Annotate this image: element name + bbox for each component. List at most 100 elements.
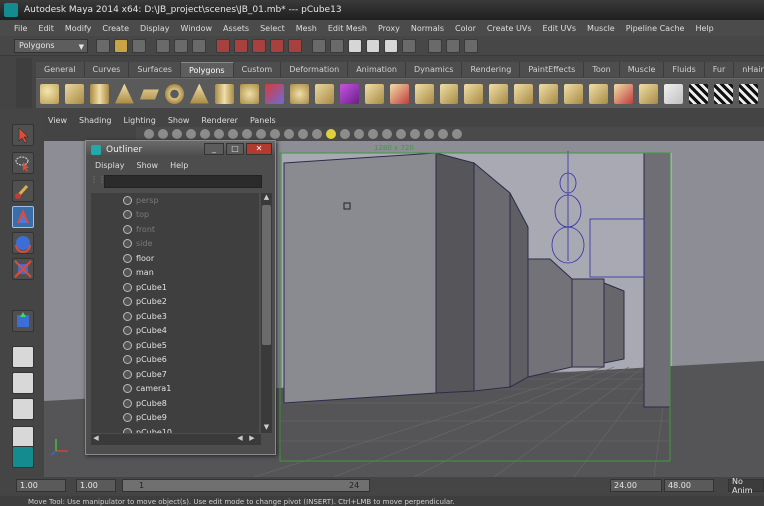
ipr-render-icon[interactable] [384,38,398,53]
panel-menu-renderer[interactable]: Renderer [201,116,238,125]
shelf-tab-general[interactable]: General [36,62,85,77]
snap-curve-icon[interactable] [234,38,248,53]
render-settings-icon[interactable] [402,38,416,53]
smooth-shade-icon[interactable] [298,129,308,139]
anim-end-field[interactable]: 48.00 [664,479,714,492]
current-time-field[interactable]: 1.00 [76,479,116,492]
field-chart-icon[interactable] [242,129,252,139]
shelf-tab-surfaces[interactable]: Surfaces [129,62,181,77]
scroll-left-alt-icon[interactable]: ◀ [235,434,245,445]
shelf-handle[interactable] [16,58,32,108]
list-item[interactable]: pCube9 [91,411,259,426]
backface-culling-icon[interactable] [452,129,462,139]
make-live-icon[interactable] [288,38,302,53]
shelf-tab-rendering[interactable]: Rendering [462,62,521,77]
outliner-filter-input[interactable] [104,174,262,188]
menu-window[interactable]: Window [181,24,213,33]
sidebar-toggle-3-icon[interactable] [464,38,478,53]
separate-icon[interactable] [289,83,309,104]
outliner-horizontal-scrollbar[interactable]: ◀ ◀ ▶ [91,434,261,445]
construction-history-icon[interactable] [330,38,344,53]
fill-hole-icon[interactable] [439,83,459,104]
lasso-tool-icon[interactable] [12,152,34,174]
rotate-tool-icon[interactable] [12,232,34,254]
outliner-title-bar[interactable]: Outliner _ □ ✕ [86,141,275,158]
panel-menu-panels[interactable]: Panels [250,116,276,125]
shelf-tab-deformation[interactable]: Deformation [281,62,349,77]
scroll-right-icon[interactable]: ▶ [247,434,257,445]
four-view-layout-icon[interactable] [12,372,34,394]
open-scene-icon[interactable] [114,38,128,53]
select-component-icon[interactable] [192,38,206,53]
poly-pyramid-icon[interactable] [189,83,209,104]
shelf-tab-toon[interactable]: Toon [584,62,620,77]
menu-edit-mesh[interactable]: Edit Mesh [328,24,367,33]
safe-action-icon[interactable] [256,129,266,139]
textured-icon[interactable] [326,129,336,139]
panel-menu-show[interactable]: Show [168,116,190,125]
shelf-tab-polygons[interactable]: Polygons [180,62,234,77]
list-item[interactable]: pCube5 [91,338,259,353]
sculpt-icon[interactable] [664,83,684,104]
poly-pipe-icon[interactable] [214,83,234,104]
anti-aliasing-icon[interactable] [396,129,406,139]
film-gate-icon[interactable] [200,129,210,139]
resolution-gate-icon[interactable] [214,129,224,139]
poly-plane-icon[interactable] [139,89,159,100]
maximize-button[interactable]: □ [226,143,244,155]
panel-menu-view[interactable]: View [48,116,67,125]
outliner-menu-show[interactable]: Show [137,161,159,170]
uv-checker-3-icon[interactable] [739,83,759,104]
list-item[interactable]: pCube1 [91,280,259,295]
append-polygon-icon[interactable] [414,83,434,104]
list-item[interactable]: pCube8 [91,396,259,411]
shelf-tab-fur[interactable]: Fur [704,62,735,77]
bridge-icon[interactable] [389,83,409,104]
xray-joints-icon[interactable] [438,129,448,139]
uv-checker-1-icon[interactable] [689,83,709,104]
outliner-vertical-scrollbar[interactable]: ▲ ▼ [261,193,272,433]
poly-sphere-icon[interactable] [40,83,59,104]
list-item[interactable]: persp [91,193,259,208]
save-scene-icon[interactable] [132,38,146,53]
mirror-icon[interactable] [639,83,659,104]
isolate-select-icon[interactable] [410,129,420,139]
menu-create-uvs[interactable]: Create UVs [487,24,532,33]
menu-assets[interactable]: Assets [223,24,249,33]
menu-file[interactable]: File [14,24,27,33]
camera-attributes-icon[interactable] [144,129,154,139]
range-end-field[interactable]: 24.00 [610,479,662,492]
render-current-icon[interactable] [366,38,380,53]
select-tool-icon[interactable] [12,124,34,146]
image-plane-icon[interactable] [172,129,182,139]
use-all-lights-icon[interactable] [340,129,350,139]
menu-modify[interactable]: Modify [65,24,92,33]
poly-torus-icon[interactable] [164,83,184,104]
scroll-up-icon[interactable]: ▲ [261,193,272,203]
menu-pipeline-cache[interactable]: Pipeline Cache [626,24,685,33]
render-view-icon[interactable] [348,38,362,53]
scroll-left-icon[interactable]: ◀ [91,434,101,445]
single-perspective-layout-icon[interactable] [12,346,34,368]
grid-icon[interactable] [186,129,196,139]
list-item[interactable]: side [91,237,259,252]
list-item[interactable]: camera1 [91,382,259,397]
poly-soccer-ball-icon[interactable] [239,83,259,104]
maya-teal-icon[interactable] [12,446,34,468]
shelf-tab-curves[interactable]: Curves [84,62,130,77]
list-item[interactable]: pCube2 [91,295,259,310]
wireframe-on-shaded-icon[interactable] [312,129,322,139]
poly-cylinder-icon[interactable] [89,83,109,104]
poke-icon[interactable] [589,83,609,104]
list-item[interactable]: pCube6 [91,353,259,368]
sidebar-toggle-1-icon[interactable] [428,38,442,53]
list-item[interactable]: pCube4 [91,324,259,339]
uv-checker-2-icon[interactable] [714,83,734,104]
outliner-window[interactable]: Outliner _ □ ✕ Display Show Help ⋮⋮ pers… [85,140,276,455]
outliner-menu-help[interactable]: Help [170,161,188,170]
new-scene-icon[interactable] [96,38,110,53]
shelf-tab-painteffects[interactable]: PaintEffects [520,62,585,77]
snap-grid-icon[interactable] [216,38,230,53]
start-time-field[interactable]: 1.00 [16,479,66,492]
list-item[interactable]: floor [91,251,259,266]
